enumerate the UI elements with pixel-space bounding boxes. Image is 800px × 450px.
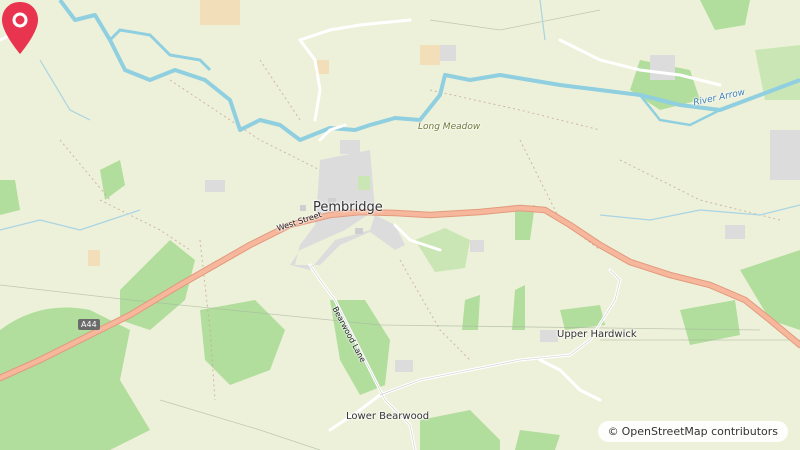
map-view[interactable]: Pembridge Long Meadow River Arrow West S… <box>0 0 800 450</box>
place-label-pembridge[interactable]: Pembridge <box>313 200 383 215</box>
road-shield-a44: A44 <box>78 319 100 330</box>
map-base-layer <box>0 0 800 450</box>
attribution-link[interactable]: OpenStreetMap contributors <box>622 425 778 438</box>
area-label-long-meadow: Long Meadow <box>418 122 481 132</box>
map-pin-icon[interactable] <box>0 0 40 56</box>
place-label-upper-hardwick[interactable]: Upper Hardwick <box>557 329 637 340</box>
attribution[interactable]: © OpenStreetMap contributors <box>597 421 788 442</box>
copyright-symbol: © <box>607 425 619 438</box>
place-label-lower-bearwood[interactable]: Lower Bearwood <box>346 411 429 422</box>
